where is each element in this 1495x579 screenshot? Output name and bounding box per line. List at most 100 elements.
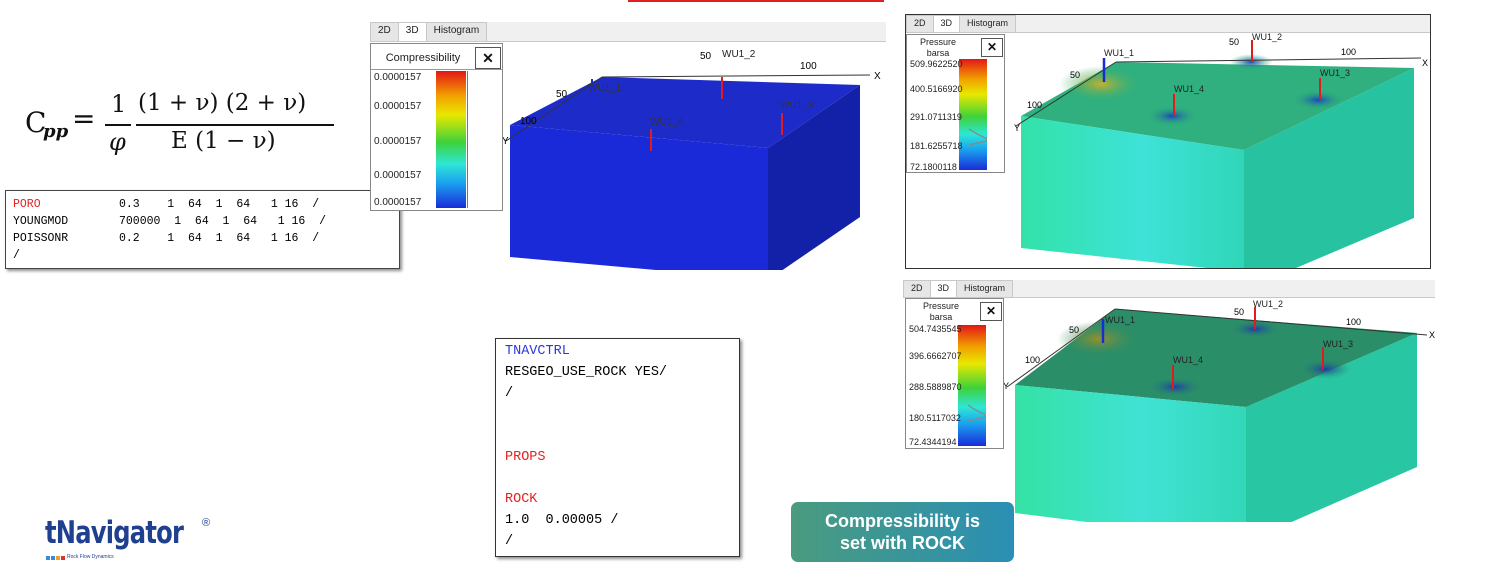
legend-histogram-overlay (968, 404, 986, 422)
tab-3d[interactable]: 3D (932, 15, 961, 32)
y-tick-50: 50 (1069, 325, 1079, 335)
code-line-rock: ROCK (505, 492, 538, 507)
svg-text:WU1_1: WU1_1 (1104, 48, 1134, 58)
code-line-slash-1: / (505, 386, 514, 401)
legend-value-5: 72.1800118 (910, 162, 957, 172)
viewer3-tabbar: 2D 3D Histogram (903, 280, 1435, 298)
formula-frac2-bar (136, 124, 334, 126)
code-line-tnavctrl: TNAVCTRL (505, 344, 570, 359)
code-line-props: PROPS (505, 450, 546, 465)
formula-lhs-sub: pp (43, 121, 69, 142)
cube-front-face (510, 125, 768, 270)
legend-value-3: 288.5889870 (909, 382, 962, 392)
x-tick-100: 100 (1346, 317, 1361, 327)
legend-scale-separator (467, 71, 468, 208)
code-line-poissonr-values: 0.2 1 64 1 64 1 16 / (119, 232, 320, 245)
legend-close-button[interactable]: ✕ (475, 47, 501, 69)
code-line-poissonr: POISSONR (13, 232, 69, 245)
code-line-terminator: / (13, 249, 20, 262)
tnavigator-logo: tNavigator ® Rock Flow Dynamics (45, 515, 225, 565)
viewer1-tabbar: 2D 3D Histogram (370, 22, 886, 42)
pressure-spot-wu1-3 (1292, 90, 1344, 110)
tab-histogram[interactable]: Histogram (959, 15, 1017, 32)
x-tick-100: 100 (800, 61, 817, 72)
tab-histogram[interactable]: Histogram (425, 22, 488, 41)
x-tick-50: 50 (1229, 37, 1239, 47)
y-axis-label: Y (1014, 123, 1020, 133)
formula-equals: = (72, 102, 96, 135)
legend-title-divider (371, 69, 502, 70)
legend-histogram-overlay (969, 128, 987, 146)
x-axis-label: X (1422, 58, 1428, 68)
tab-3d[interactable]: 3D (929, 280, 958, 297)
svg-text:WU1_2: WU1_2 (1253, 299, 1283, 309)
badge-line-1: Compressibility is (824, 511, 981, 531)
formula-frac1-den: φ (109, 128, 126, 156)
legend-value-3: 291.0711319 (910, 112, 962, 122)
tab-2d[interactable]: 2D (906, 15, 934, 32)
formula-frac1-bar (105, 124, 131, 126)
legend-value-1: 0.0000157 (374, 72, 422, 83)
code-line-youngmod-values: 700000 1 64 1 64 1 16 / (119, 215, 327, 228)
code-line-resgeo: RESGEO_USE_ROCK YES/ (505, 365, 668, 380)
y-tick-100: 100 (1027, 100, 1042, 110)
formula-frac2-den: E (1 − ν) (171, 128, 276, 154)
tab-2d[interactable]: 2D (903, 280, 931, 297)
legend-value-4: 180.5117032 (909, 413, 961, 423)
x-axis-line (601, 74, 871, 78)
compressibility-formula: C pp = 1 φ (1 + ν) (2 + ν) E (1 − ν) (25, 88, 345, 168)
x-tick-50: 50 (700, 51, 712, 62)
y-tick-100: 100 (520, 116, 537, 127)
svg-text:WU1_2: WU1_2 (1252, 32, 1282, 42)
code-line-rock-values: 1.0 0.00005 / (505, 513, 619, 528)
y-tick-50: 50 (1070, 70, 1080, 80)
logo-tagline: Rock Flow Dynamics (67, 554, 114, 560)
svg-text:WU1_3: WU1_3 (1320, 68, 1350, 78)
svg-text:WU1_1: WU1_1 (1105, 315, 1135, 325)
x-tick-50: 50 (1234, 307, 1244, 317)
legend-value-2: 396.6662707 (909, 351, 962, 361)
legend-close-button[interactable]: ✕ (981, 38, 1003, 57)
logo-squares (46, 556, 65, 560)
y-tick-50: 50 (556, 89, 568, 100)
pressure-spot-wu1-4 (1146, 106, 1198, 126)
viewer1-legend-panel: Compressibility ✕ 0.0000157 0.0000157 0.… (370, 43, 503, 211)
logo-text: tNavigator (45, 515, 184, 551)
viewer-compressibility: 2D 3D Histogram X Y 50 100 50 100 WU1_1 … (370, 22, 886, 270)
tab-3d[interactable]: 3D (397, 22, 427, 41)
legend-value-2: 400.5166920 (910, 84, 963, 94)
code-line-poro-values: 0.3 1 64 1 64 1 16 / (119, 198, 320, 211)
legend-value-5: 0.0000157 (374, 197, 422, 208)
legend-value-4: 0.0000157 (374, 170, 422, 181)
pressure-spot-wu1-4 (1147, 377, 1203, 397)
x-axis-label: X (874, 71, 881, 82)
legend-value-4: 181.6255718 (910, 141, 963, 151)
legend-color-scale (436, 71, 466, 208)
viewer-pressure-top: 2D 3D Histogram X Y 50 100 50 100 WU1_1 … (905, 14, 1431, 269)
legend-close-button[interactable]: ✕ (980, 302, 1002, 321)
legend-value-2: 0.0000157 (374, 101, 422, 112)
legend-value-1: 509.9622520 (910, 59, 963, 69)
viewer3-legend-panel: Pressure barsa ✕ 504.7435545 396.6662707… (905, 298, 1004, 449)
y-axis-label: Y (502, 136, 509, 147)
compressibility-rock-badge: Compressibility is set with ROCK (791, 502, 1014, 562)
pressure-spot-wu1-3 (1299, 359, 1351, 379)
viewer2-tabbar: 2D 3D Histogram (906, 15, 1430, 33)
rock-code-box: TNAVCTRL RESGEO_USE_ROCK YES/ / PROPS RO… (495, 338, 740, 557)
legend-value-1: 504.7435545 (909, 324, 962, 334)
code-line-slash-2: / (505, 534, 514, 549)
tab-histogram[interactable]: Histogram (956, 280, 1014, 297)
logo-registered: ® (202, 517, 211, 529)
x-axis-label: X (1429, 330, 1435, 340)
legend-title: Pressure barsa (919, 37, 956, 58)
legend-value-3: 0.0000157 (374, 136, 422, 147)
svg-text:WU1_2: WU1_2 (722, 49, 756, 60)
svg-text:WU1_4: WU1_4 (1173, 355, 1203, 365)
tab-2d[interactable]: 2D (370, 22, 399, 41)
svg-text:WU1_3: WU1_3 (780, 100, 814, 111)
legend-title: Compressibility (385, 52, 461, 64)
code-line-poro: PORO (13, 198, 41, 211)
viewer2-legend-panel: Pressure barsa ✕ 509.9622520 400.5166920… (906, 34, 1005, 173)
svg-text:WU1_4: WU1_4 (1174, 84, 1204, 94)
svg-text:WU1_4: WU1_4 (650, 117, 684, 128)
